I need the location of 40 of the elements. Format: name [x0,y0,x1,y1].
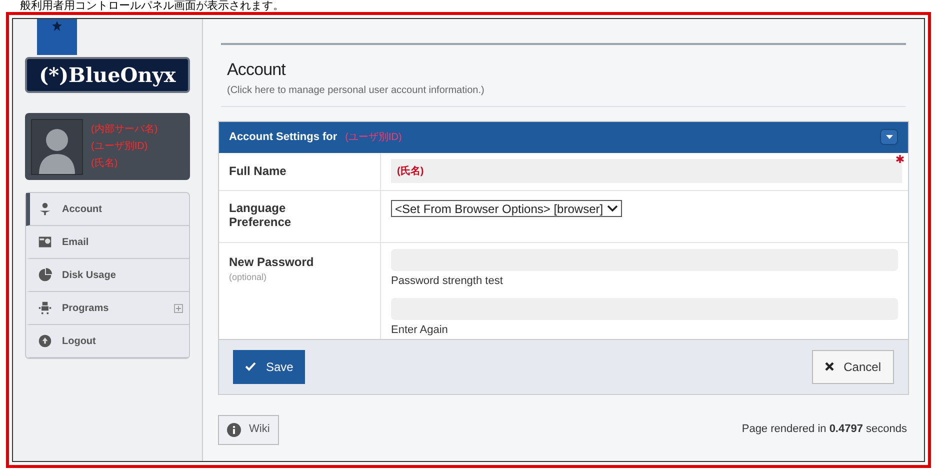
field-label: Language Preference [229,200,292,228]
page-title: Account [227,59,287,81]
field-hint: Password strength test [391,274,504,289]
expand-plus-icon[interactable] [174,304,183,312]
collapse-button[interactable] [880,129,898,145]
sidebar-item[interactable]: Logout [26,325,189,358]
sidebar-item-icon [38,334,52,348]
wiki-button[interactable]: Wiki [218,414,279,444]
render-time-text: Page rendered in 0.4797 seconds [742,422,907,438]
sidebar-item-icon [38,268,52,282]
sidebar-item[interactable]: Programs [26,292,189,325]
profile-text: (氏名) [91,156,119,171]
sidebar-item[interactable]: Account [26,193,189,226]
checkmark-icon [245,362,256,371]
save-button[interactable]: Save [233,350,306,384]
caret-down-icon [886,135,892,139]
info-icon [227,422,241,436]
chevron-down-icon [607,205,618,212]
field-label: Full Name [229,163,286,180]
panel-user-id: (ユーザ別ID) [345,130,403,144]
logo: (*)BlueOnyx [25,57,190,93]
field-hint: Enter Again [391,323,449,338]
avatar-silhouette-icon [31,118,83,174]
page-subtitle[interactable]: (Click here to manage personal user account information.) [227,82,900,98]
sidebar-item-icon [38,202,52,216]
sidebar-item-icon [38,235,52,249]
field-label: New Password [229,254,315,270]
cancel-button[interactable]: Cancel [812,350,894,384]
sidebar-item[interactable]: Email [26,226,189,259]
profile-text: (内部サーバ名) [91,122,158,137]
panel-title: Account Settings for [229,130,338,145]
close-icon [824,362,834,371]
sidebar-item[interactable]: Disk Usage [26,259,189,292]
language-select[interactable]: <Set From Browser Options> [browser] [391,200,622,217]
caption: 般利用者用コントロールパネル画面が表示されます。 [19,0,285,12]
ribbon-icon [37,19,77,55]
optional-note: (optional) [229,270,268,284]
profile-text: (ユーザ別ID) [91,140,149,154]
sidebar-item-icon [38,301,52,315]
full-name-field[interactable]: (氏名) [391,159,902,183]
